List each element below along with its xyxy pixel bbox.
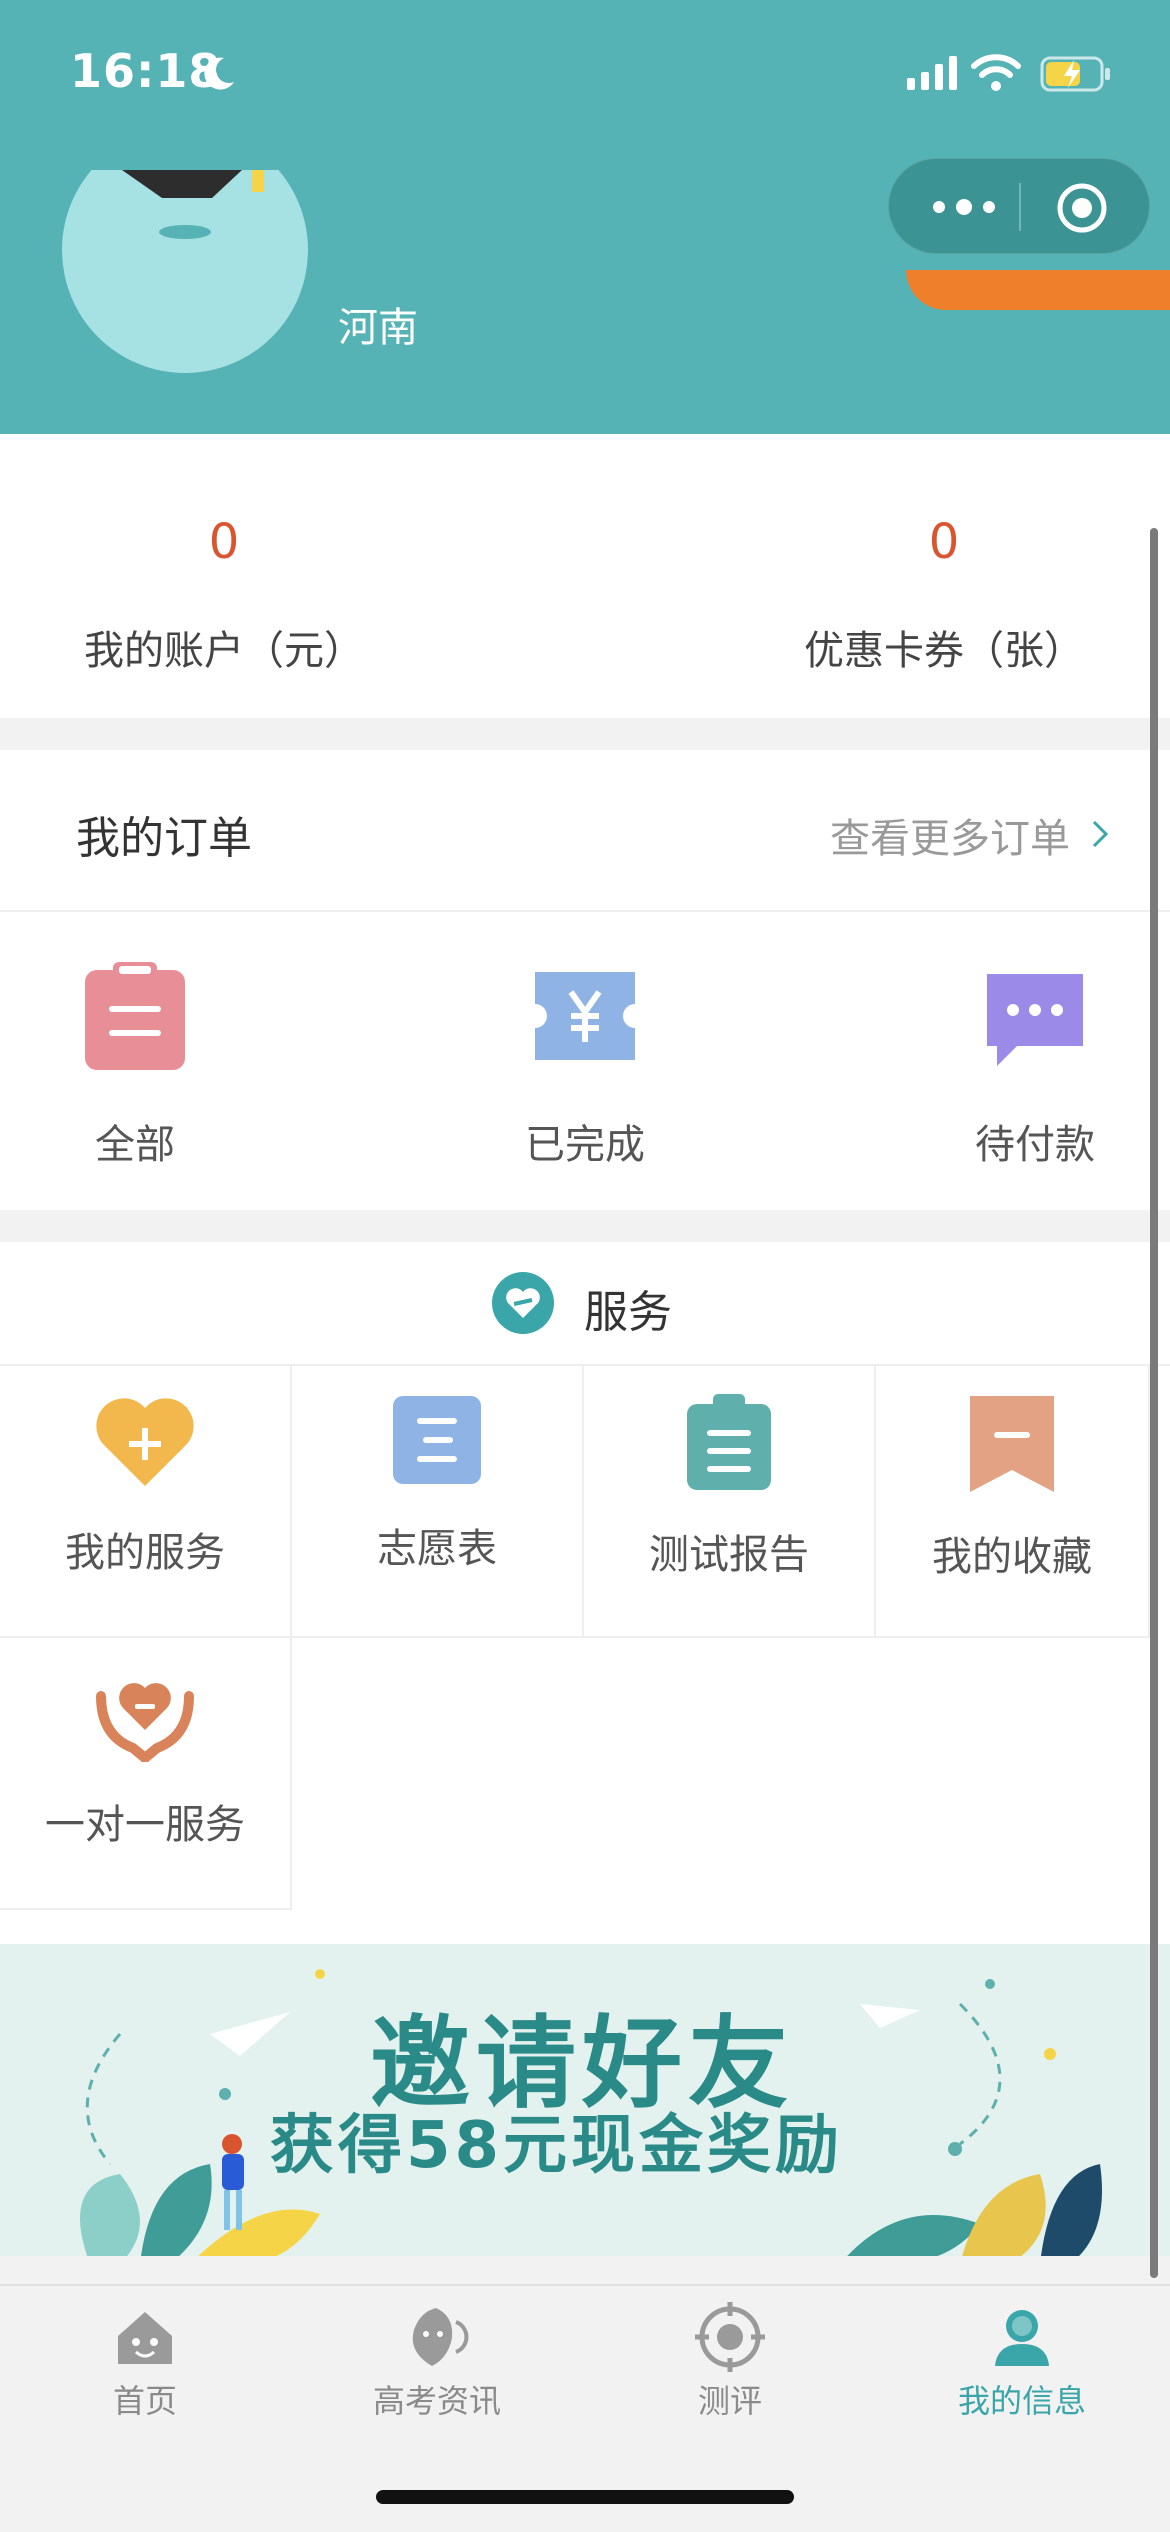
ticket-yuan-icon: [535, 972, 635, 1060]
miniprogram-capsule[interactable]: [888, 158, 1150, 254]
invite-banner[interactable]: 邀请好友 获得58元现金奖励: [0, 1944, 1170, 2256]
tab-assessment[interactable]: 测评: [610, 2302, 850, 2422]
signal-icon: [907, 56, 957, 90]
tab-my-info[interactable]: 我的信息: [902, 2302, 1142, 2422]
chevron-right-icon[interactable]: [1088, 814, 1112, 854]
tab-home[interactable]: 首页: [25, 2302, 265, 2422]
profile-header: 16:18 河南: [0, 0, 1170, 434]
avatar[interactable]: [62, 170, 308, 374]
service-favorites[interactable]: 我的收藏: [876, 1366, 1150, 1638]
tab-news[interactable]: 高考资讯: [317, 2302, 557, 2422]
orders-section: 我的订单 查看更多订单 全部 已完成 待付款: [0, 750, 1170, 1210]
service-test-report[interactable]: 测试报告: [584, 1366, 876, 1638]
service-my-services-label: 我的服务: [65, 1530, 225, 1576]
report-icon: [687, 1394, 771, 1490]
account-balance[interactable]: 0 我的账户（元）: [44, 514, 404, 676]
service-my-services[interactable]: 我的服务: [0, 1366, 292, 1638]
more-icon[interactable]: [929, 189, 999, 225]
capsule-divider: [1019, 183, 1021, 231]
tab-home-label: 首页: [112, 2382, 177, 2420]
orders-header: 我的订单 查看更多订单: [0, 750, 1170, 912]
order-all-label: 全部: [95, 1122, 175, 1168]
moon-icon: [204, 57, 234, 90]
home-icon: [118, 2312, 172, 2364]
clipboard-icon: [85, 962, 185, 1070]
leaf-icon: [412, 2308, 469, 2366]
account-section: 0 我的账户（元） 0 优惠卡券（张）: [0, 434, 1170, 718]
order-completed[interactable]: 已完成: [465, 962, 705, 1170]
close-target-icon[interactable]: [1055, 181, 1109, 235]
heart-plus-icon: [96, 1398, 194, 1486]
user-icon: [995, 2310, 1049, 2366]
services-title: 服务: [584, 1287, 672, 1338]
services-header: 服务: [0, 1242, 1170, 1366]
chat-bubble-icon: [987, 974, 1083, 1066]
tab-my-info-label: 我的信息: [957, 2382, 1086, 2420]
services-section: 服务 我的服务 志愿表 测试报告 我的收藏 一对一服务: [0, 1242, 1170, 1944]
order-all[interactable]: 全部: [15, 962, 255, 1170]
bookmark-icon: [970, 1396, 1054, 1492]
battery-icon: [1040, 56, 1110, 92]
order-pending-payment[interactable]: 待付款: [915, 962, 1155, 1170]
tab-news-label: 高考资讯: [372, 2382, 501, 2420]
tab-assessment-label: 测评: [697, 2382, 762, 2420]
order-pending-label: 待付款: [975, 1122, 1095, 1168]
home-indicator[interactable]: [376, 2490, 794, 2504]
target-icon: [695, 2302, 765, 2372]
service-application-form-label: 志愿表: [377, 1526, 497, 1572]
coupon-count-value: 0: [928, 514, 960, 570]
hands-heart-icon: [96, 1683, 194, 1762]
service-test-report-label: 测试报告: [649, 1532, 809, 1578]
region-label: 河南: [338, 305, 418, 351]
vip-button[interactable]: [906, 270, 1170, 310]
scrollbar[interactable]: [1150, 528, 1158, 2278]
view-more-orders-link[interactable]: 查看更多订单: [830, 806, 1070, 864]
service-favorites-label: 我的收藏: [932, 1534, 1092, 1580]
service-one-on-one-label: 一对一服务: [45, 1802, 245, 1848]
service-one-on-one[interactable]: 一对一服务: [0, 1638, 292, 1910]
handshake-heart-icon: [492, 1272, 554, 1334]
banner-subline: 获得58元现金奖励: [270, 2109, 844, 2183]
orders-title: 我的订单: [76, 813, 252, 864]
account-balance-label: 我的账户（元）: [84, 628, 364, 674]
list-icon: [393, 1396, 481, 1484]
order-completed-label: 已完成: [525, 1122, 645, 1168]
account-balance-value: 0: [208, 514, 240, 570]
service-application-form[interactable]: 志愿表: [292, 1366, 584, 1638]
coupon-count[interactable]: 0 优惠卡券（张）: [764, 514, 1124, 676]
coupon-count-label: 优惠卡券（张）: [804, 628, 1084, 674]
wifi-icon: [971, 54, 1021, 91]
